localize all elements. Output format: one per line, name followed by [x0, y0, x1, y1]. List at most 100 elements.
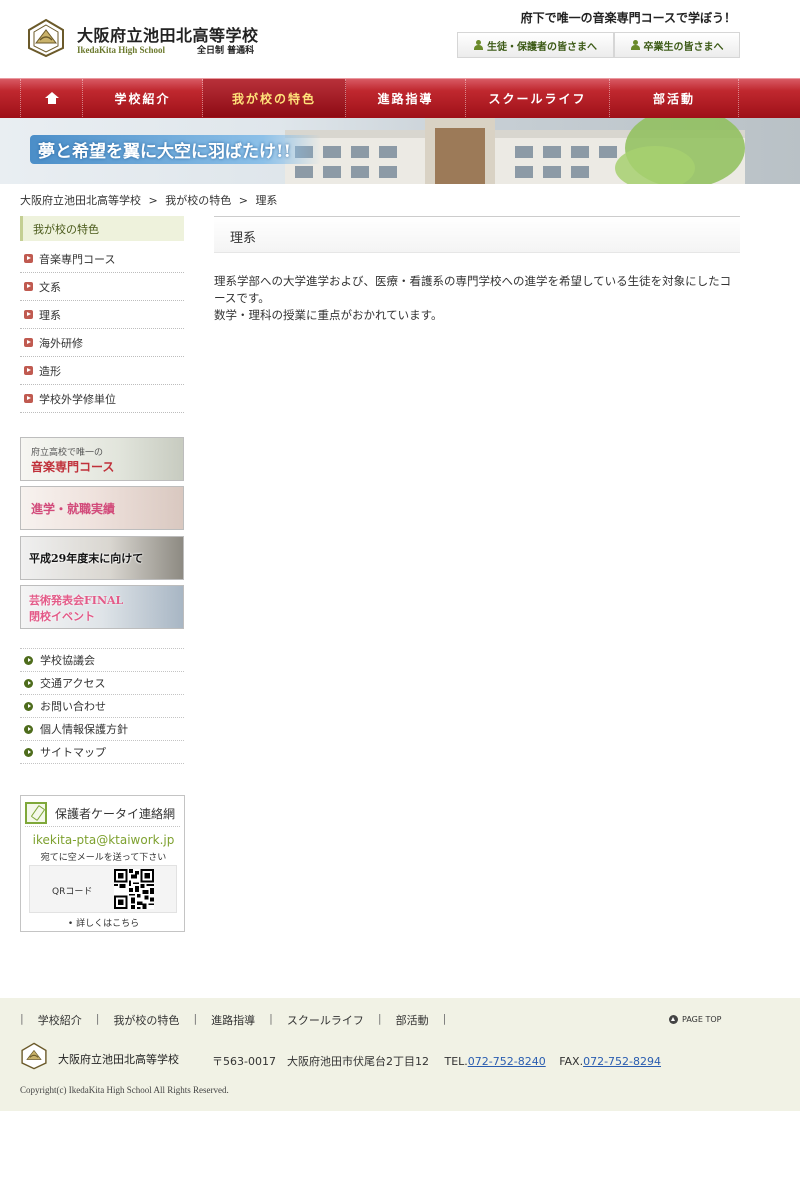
- graduates-label: 卒業生の皆さまへ: [643, 41, 724, 53]
- sidebar-item-art[interactable]: 造形: [20, 357, 184, 385]
- nav-career[interactable]: 進路指導: [346, 79, 466, 117]
- global-nav: 学校紹介 我が校の特色 進路指導 スクールライフ 部活動: [0, 78, 800, 118]
- divider: [20, 763, 184, 764]
- sidebar-item-label: 学校外学修単位: [39, 392, 116, 406]
- fax-link[interactable]: 072-752-8294: [583, 1055, 661, 1068]
- arrow-up-icon: [669, 1015, 678, 1024]
- sidebar-item-humanities[interactable]: 文系: [20, 273, 184, 301]
- nav-school-life[interactable]: スクールライフ: [466, 79, 610, 117]
- mobile-phone-icon: [25, 802, 47, 824]
- footer-link-school-intro[interactable]: 学校紹介: [38, 1012, 82, 1028]
- school-emblem-icon[interactable]: [26, 18, 66, 58]
- career-banner-title: 進学・就職実績: [31, 502, 116, 516]
- footer-link-features[interactable]: 我が校の特色: [113, 1012, 179, 1028]
- pta-header: 保護者ケータイ連絡網: [25, 800, 180, 826]
- career-results-banner[interactable]: 進学・就職実績: [20, 486, 184, 530]
- breadcrumb: 大阪府立池田北高等学校 > 我が校の特色 > 理系: [20, 192, 281, 208]
- sub-link-privacy[interactable]: 個人情報保護方針: [20, 717, 184, 740]
- main-content: 理系学部への大学進学および、医療・看護系の専門学校への進学を希望している生徒を対…: [214, 273, 740, 324]
- sidebar-item-label: 理系: [39, 308, 61, 322]
- arrow-right-icon: [24, 394, 33, 403]
- breadcrumb-features[interactable]: 我が校の特色: [165, 194, 231, 207]
- person-icon: [474, 40, 483, 50]
- nav-home[interactable]: [20, 79, 83, 117]
- content-paragraph: 数学・理科の授業に重点がおかれています。: [214, 308, 443, 322]
- arrow-right-icon: [24, 747, 33, 757]
- arrow-right-icon: [24, 678, 33, 688]
- nav-features[interactable]: 我が校の特色: [203, 79, 346, 117]
- graduates-button[interactable]: 卒業生の皆さまへ: [614, 32, 740, 58]
- footer-separator: |: [95, 1012, 100, 1025]
- sidebar-item-external-credits[interactable]: 学校外学修単位: [20, 385, 184, 413]
- school-emblem-icon: [21, 1042, 47, 1070]
- footer-link-clubs[interactable]: 部活動: [396, 1012, 429, 1028]
- nav-school-intro[interactable]: 学校紹介: [83, 79, 203, 117]
- page-top-button[interactable]: PAGE TOP: [669, 1015, 721, 1024]
- sub-link-contact[interactable]: お問い合わせ: [20, 694, 184, 717]
- music-banner-subtitle: 府立高校で唯一の: [31, 448, 104, 458]
- sub-link-label: 学校協議会: [40, 654, 95, 667]
- footer-link-career[interactable]: 進路指導: [211, 1012, 255, 1028]
- sidebar-item-label: 音楽専門コース: [39, 252, 116, 266]
- catchphrase: 府下で唯一の音楽専門コースで学ぼう！: [520, 11, 736, 25]
- arrow-right-icon: [24, 310, 33, 319]
- sub-link-label: サイトマップ: [40, 746, 106, 759]
- sub-link-sitemap[interactable]: サイトマップ: [20, 740, 184, 763]
- art-banner-subtitle: 閉校イベント: [29, 610, 95, 623]
- arrow-right-icon: [24, 655, 33, 665]
- music-banner-title: 音楽専門コース: [31, 460, 115, 474]
- hero-banner: 夢と希望を翼に大空に羽ばたけ!!: [0, 118, 800, 184]
- students-parents-label: 生徒・保護者の皆さまへ: [487, 41, 597, 53]
- sub-link-school-council[interactable]: 学校協議会: [20, 648, 184, 671]
- arrow-right-icon: [24, 282, 33, 291]
- site-footer: | 学校紹介 | 我が校の特色 | 進路指導 | スクールライフ | 部活動 |…: [0, 998, 800, 1111]
- footer-address: 〒563-0017 大阪府池田市伏尾台2丁目12 TEL.072-752-824…: [212, 1053, 661, 1069]
- pta-mobile-box: 保護者ケータイ連絡網 ikekita-pta@ktaiwork.jp 宛てに空メ…: [20, 795, 185, 932]
- fax-label: FAX.: [559, 1055, 584, 1068]
- footer-separator: |: [377, 1012, 382, 1025]
- address-text: 〒563-0017 大阪府池田市伏尾台2丁目12: [212, 1055, 429, 1068]
- art-banner-title: 芸術発表会FINAL: [29, 594, 124, 607]
- footer-link-school-life[interactable]: スクールライフ: [287, 1012, 364, 1028]
- sub-link-access[interactable]: 交通アクセス: [20, 671, 184, 694]
- sidebar-item-music[interactable]: 音楽専門コース: [20, 245, 184, 273]
- page-top-label: PAGE TOP: [682, 1015, 722, 1024]
- footer-separator: |: [193, 1012, 198, 1025]
- footer-separator: |: [269, 1012, 273, 1025]
- qr-code-icon: [114, 869, 154, 909]
- sub-link-label: 交通アクセス: [40, 677, 106, 690]
- pta-note: 宛てに空メールを送って下さい: [40, 853, 167, 863]
- person-icon: [630, 40, 640, 50]
- page-title: 理系: [214, 216, 740, 253]
- music-course-banner[interactable]: 府立高校で唯一の 音楽専門コース: [20, 437, 184, 481]
- content-paragraph: 理系学部への大学進学および、医療・看護系の専門学校への進学を希望している生徒を対…: [214, 274, 732, 305]
- sidebar-item-science[interactable]: 理系: [20, 301, 184, 329]
- art-final-banner[interactable]: 芸術発表会FINAL 閉校イベント: [20, 585, 184, 629]
- school-building-image: [285, 118, 745, 184]
- sidebar-item-label: 海外研修: [39, 336, 83, 350]
- copyright: Copyright(c) IkedaKita High School All R…: [20, 1085, 229, 1095]
- breadcrumb-separator: >: [148, 194, 158, 207]
- site-header: 大阪府立池田北高等学校 IkedaKita High School 全日制 普通…: [0, 0, 800, 78]
- nav-clubs[interactable]: 部活動: [610, 79, 739, 117]
- breadcrumb-separator: >: [238, 194, 248, 207]
- sub-link-label: 個人情報保護方針: [40, 723, 128, 736]
- pta-email[interactable]: ikekita-pta@ktaiwork.jp: [21, 833, 186, 847]
- pta-more-link[interactable]: • 詳しくはこちら: [21, 916, 186, 929]
- h29-banner[interactable]: 平成29年度末に向けて: [20, 536, 184, 580]
- footer-school-name: 大阪府立池田北高等学校: [58, 1053, 179, 1066]
- tel-label: TEL.: [444, 1055, 468, 1068]
- sidebar-item-label: 造形: [39, 364, 61, 378]
- sub-link-label: お問い合わせ: [40, 700, 106, 713]
- banner-slogan: 夢と希望を翼に大空に羽ばたけ!!: [30, 135, 321, 164]
- students-parents-button[interactable]: 生徒・保護者の皆さまへ: [457, 32, 614, 58]
- arrow-right-icon: [24, 254, 33, 263]
- breadcrumb-home[interactable]: 大阪府立池田北高等学校: [20, 194, 141, 207]
- school-name-en: IkedaKita High School: [77, 45, 166, 55]
- sidebar-item-overseas[interactable]: 海外研修: [20, 329, 184, 357]
- sidebar-title: 我が校の特色: [20, 216, 184, 241]
- school-type: 全日制 普通科: [197, 46, 255, 56]
- home-icon: [44, 92, 59, 104]
- tel-link[interactable]: 072-752-8240: [468, 1055, 546, 1068]
- qr-box: QRコード: [29, 865, 177, 913]
